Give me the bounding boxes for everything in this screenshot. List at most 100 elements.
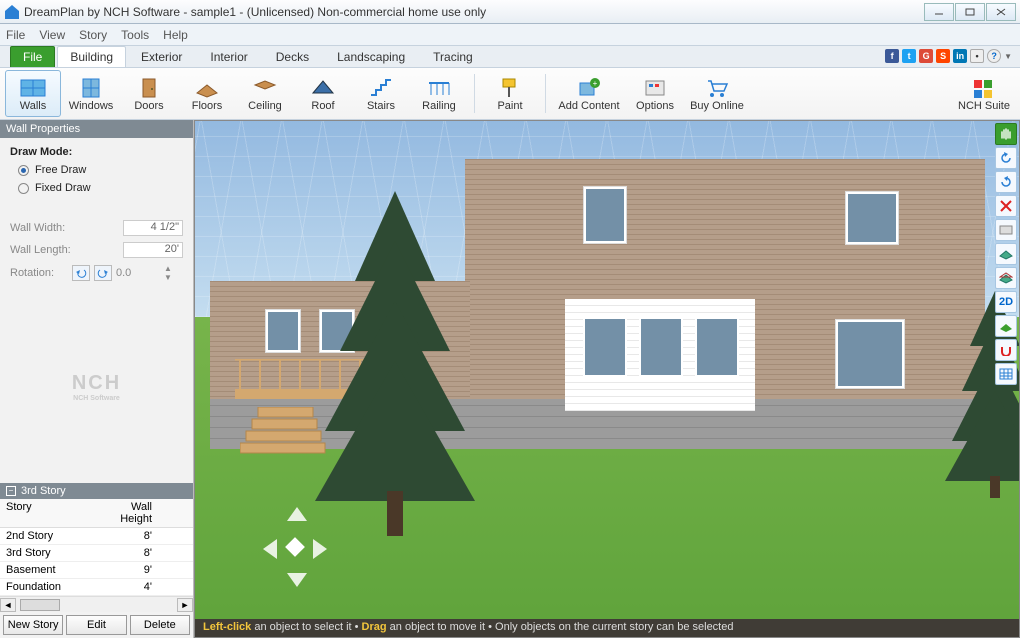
scroll-left-icon[interactable]: ◄: [0, 598, 16, 612]
table-row[interactable]: Foundation4': [0, 579, 193, 596]
pan-tool[interactable]: [995, 123, 1017, 145]
nav-up[interactable]: [287, 507, 307, 521]
floors-icon: [193, 76, 221, 100]
rotation-input[interactable]: 0.0: [116, 267, 160, 279]
undo-button[interactable]: [995, 147, 1017, 169]
nav-left[interactable]: [263, 539, 277, 559]
stairs-button[interactable]: Stairs: [353, 70, 409, 117]
snap-tool[interactable]: [995, 339, 1017, 361]
stumble-icon[interactable]: S: [936, 49, 950, 63]
roof-icon: [309, 76, 337, 100]
story-col-height[interactable]: Wall Height: [95, 499, 170, 527]
help-icon[interactable]: ?: [987, 49, 1001, 63]
googleplus-icon[interactable]: G: [919, 49, 933, 63]
layer-tool-1[interactable]: [995, 219, 1017, 241]
paint-icon: [496, 76, 524, 100]
table-row[interactable]: 3rd Story8': [0, 545, 193, 562]
delete-story-button[interactable]: Delete: [130, 615, 190, 635]
house-window: [583, 186, 627, 244]
story-col-name[interactable]: Story: [0, 499, 95, 527]
windows-button[interactable]: Windows: [63, 70, 119, 117]
panel-title: Wall Properties: [0, 120, 193, 138]
title-bar: DreamPlan by NCH Software - sample1 - (U…: [0, 0, 1020, 24]
table-row[interactable]: 2nd Story8': [0, 528, 193, 545]
menu-bar: File View Story Tools Help: [0, 24, 1020, 46]
nch-suite-button[interactable]: NCH Suite: [953, 70, 1015, 117]
twitter-icon[interactable]: t: [902, 49, 916, 63]
draw-mode-label: Draw Mode:: [10, 146, 72, 158]
nav-center[interactable]: [285, 537, 305, 557]
menu-view[interactable]: View: [39, 28, 65, 42]
collapse-icon[interactable]: −: [6, 486, 16, 496]
scroll-right-icon[interactable]: ►: [177, 598, 193, 612]
menu-file[interactable]: File: [6, 28, 25, 42]
ribbon-toolbar: Walls Windows Doors Floors Ceiling Roof …: [0, 68, 1020, 120]
tab-interior[interactable]: Interior: [197, 46, 260, 67]
maximize-button[interactable]: [955, 3, 985, 21]
options-icon: [641, 76, 669, 100]
ceiling-icon: [251, 76, 279, 100]
menu-tools[interactable]: Tools: [121, 28, 149, 42]
edit-story-button[interactable]: Edit: [66, 615, 126, 635]
story-header[interactable]: − 3rd Story: [0, 483, 193, 499]
railing-button[interactable]: Railing: [411, 70, 467, 117]
nav-pad: [255, 507, 335, 587]
3d-viewport[interactable]: 2D Left-click an object to select it • D…: [194, 120, 1020, 638]
properties-panel: Wall Properties Draw Mode: Free Draw Fix…: [0, 120, 194, 638]
menu-help[interactable]: Help: [163, 28, 188, 42]
house-window: [845, 191, 899, 245]
new-story-button[interactable]: New Story: [3, 615, 63, 635]
table-row[interactable]: Basement9': [0, 562, 193, 579]
walls-button[interactable]: Walls: [5, 70, 61, 117]
doors-icon: [135, 76, 163, 100]
tab-bar: File Building Exterior Interior Decks La…: [0, 46, 1020, 68]
wall-width-label: Wall Width:: [10, 222, 65, 234]
rotate-right-button[interactable]: [94, 265, 112, 281]
tab-tracing[interactable]: Tracing: [420, 46, 486, 67]
terrain-tool[interactable]: [995, 315, 1017, 337]
rotate-left-button[interactable]: [72, 265, 90, 281]
extra-icon[interactable]: •: [970, 49, 984, 63]
buy-online-button[interactable]: Buy Online: [685, 70, 749, 117]
scroll-thumb[interactable]: [20, 599, 60, 611]
wall-length-input[interactable]: 20': [123, 242, 183, 258]
floors-button[interactable]: Floors: [179, 70, 235, 117]
story-table: StoryWall Height 2nd Story8' 3rd Story8'…: [0, 499, 193, 596]
railing-icon: [425, 76, 453, 100]
paint-button[interactable]: Paint: [482, 70, 538, 117]
tab-file[interactable]: File: [10, 46, 55, 67]
ceiling-button[interactable]: Ceiling: [237, 70, 293, 117]
tab-building[interactable]: Building: [57, 46, 126, 67]
nav-right[interactable]: [313, 539, 327, 559]
help-dropdown-icon[interactable]: ▼: [1004, 52, 1012, 61]
close-button[interactable]: [986, 3, 1016, 21]
story-scrollbar[interactable]: ◄ ►: [0, 596, 193, 612]
app-icon: [4, 4, 20, 20]
grid-tool[interactable]: [995, 363, 1017, 385]
doors-button[interactable]: Doors: [121, 70, 177, 117]
2d-toggle[interactable]: 2D: [995, 291, 1017, 313]
window-title: DreamPlan by NCH Software - sample1 - (U…: [24, 5, 923, 19]
layer-tool-2[interactable]: [995, 243, 1017, 265]
fixed-draw-radio[interactable]: Fixed Draw: [18, 182, 183, 194]
menu-story[interactable]: Story: [79, 28, 107, 42]
delete-tool[interactable]: [995, 195, 1017, 217]
tab-landscaping[interactable]: Landscaping: [324, 46, 418, 67]
radio-icon: [18, 183, 29, 194]
wall-width-input[interactable]: 4 1/2": [123, 220, 183, 236]
redo-button[interactable]: [995, 171, 1017, 193]
minimize-button[interactable]: [924, 3, 954, 21]
tab-exterior[interactable]: Exterior: [128, 46, 195, 67]
svg-text:+: +: [593, 79, 598, 88]
add-content-button[interactable]: +Add Content: [553, 70, 625, 117]
linkedin-icon[interactable]: in: [953, 49, 967, 63]
radio-icon: [18, 165, 29, 176]
options-button[interactable]: Options: [627, 70, 683, 117]
facebook-icon[interactable]: f: [885, 49, 899, 63]
roof-button[interactable]: Roof: [295, 70, 351, 117]
tab-decks[interactable]: Decks: [263, 46, 322, 67]
layer-tool-3[interactable]: [995, 267, 1017, 289]
wall-length-label: Wall Length:: [10, 244, 71, 256]
nav-down[interactable]: [287, 573, 307, 587]
free-draw-radio[interactable]: Free Draw: [18, 164, 183, 176]
